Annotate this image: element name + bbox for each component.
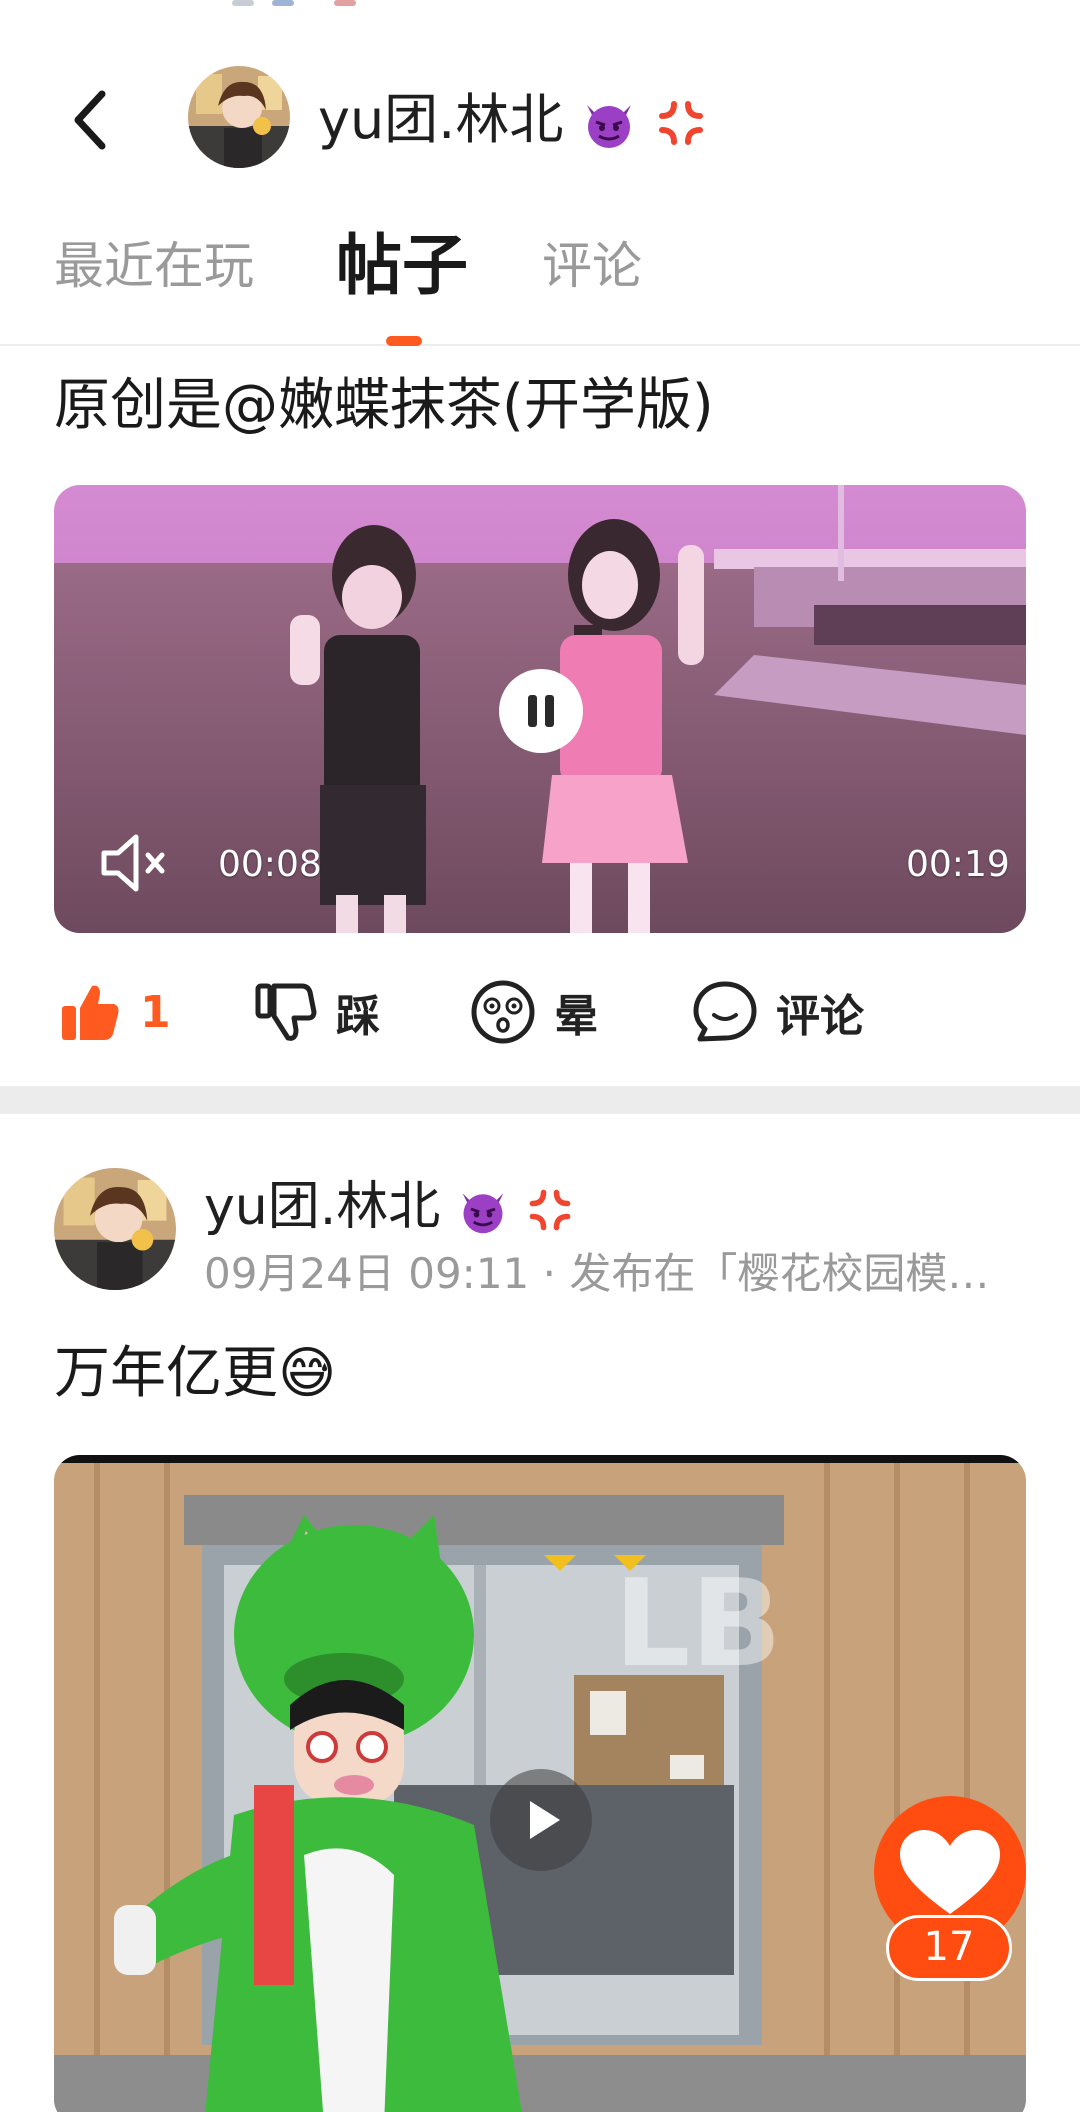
- video-player[interactable]: LB: [54, 1455, 1026, 2112]
- chevron-left-icon: [74, 90, 106, 150]
- comment-button[interactable]: 评论: [692, 978, 864, 1046]
- tab-comments[interactable]: 评论: [542, 234, 642, 298]
- profile-tabs: 最近在玩 帖子 评论: [0, 214, 1080, 346]
- comment-bubble-icon: [693, 981, 757, 1042]
- pause-icon: [528, 695, 537, 727]
- post-meta: 09月24日 09:11 · 发布在「樱花校园模…: [204, 1249, 990, 1298]
- dizzy-button[interactable]: 晕: [470, 978, 598, 1046]
- speaker-muted-icon: [101, 834, 165, 892]
- video-watermark: LB: [614, 1555, 782, 1694]
- tab-recently-played[interactable]: 最近在玩: [54, 234, 254, 298]
- anger-symbol-icon: [529, 1189, 571, 1231]
- post-divider: [0, 1086, 1080, 1114]
- avatar[interactable]: [188, 66, 290, 168]
- video-current-time: 00:08: [218, 844, 322, 885]
- dizzy-label: 晕: [554, 991, 598, 1042]
- status-icon: [232, 0, 254, 6]
- dislike-button[interactable]: 踩: [254, 978, 380, 1046]
- devil-face-icon: [462, 1193, 504, 1234]
- pause-icon: [545, 695, 554, 727]
- tab-posts[interactable]: 帖子: [336, 226, 468, 306]
- dislike-label: 踩: [336, 991, 380, 1042]
- tab-indicator: [386, 336, 422, 346]
- devil-face-icon: [586, 105, 631, 149]
- profile-name-text: yu团.林北: [318, 88, 564, 151]
- play-icon: [530, 1801, 560, 1839]
- author-avatar[interactable]: [54, 1168, 176, 1290]
- post-title[interactable]: 万年亿更😅: [54, 1338, 336, 1410]
- like-fab-count: 17: [886, 1915, 1012, 1981]
- thumbs-up-icon: [62, 985, 119, 1040]
- mute-button[interactable]: [98, 831, 174, 895]
- dizzy-face-icon: [471, 980, 535, 1044]
- video-player[interactable]: 00:08 00:19: [54, 485, 1026, 933]
- post-actions: 1 踩 晕 评论: [0, 960, 1080, 1060]
- like-button[interactable]: 1: [58, 978, 171, 1046]
- profile-name: yu团.林北: [318, 88, 708, 152]
- pause-button[interactable]: [499, 669, 583, 753]
- post-title[interactable]: 原创是@嫩蝶抹茶(开学版): [54, 370, 714, 442]
- status-bar: [0, 0, 1080, 14]
- author-name[interactable]: yu团.林北: [204, 1176, 575, 1238]
- status-icon: [272, 0, 294, 6]
- author-name-text: yu团.林北: [204, 1177, 441, 1237]
- like-count: 1: [140, 986, 171, 1038]
- status-icon: [334, 0, 356, 6]
- video-duration: 00:19: [906, 844, 1010, 885]
- back-button[interactable]: [64, 84, 124, 156]
- anger-symbol-icon: [658, 101, 703, 146]
- play-button[interactable]: [490, 1769, 592, 1871]
- comment-label: 评论: [776, 991, 864, 1042]
- thumbs-down-icon: [255, 983, 317, 1041]
- profile-header: yu团.林北: [0, 14, 1080, 214]
